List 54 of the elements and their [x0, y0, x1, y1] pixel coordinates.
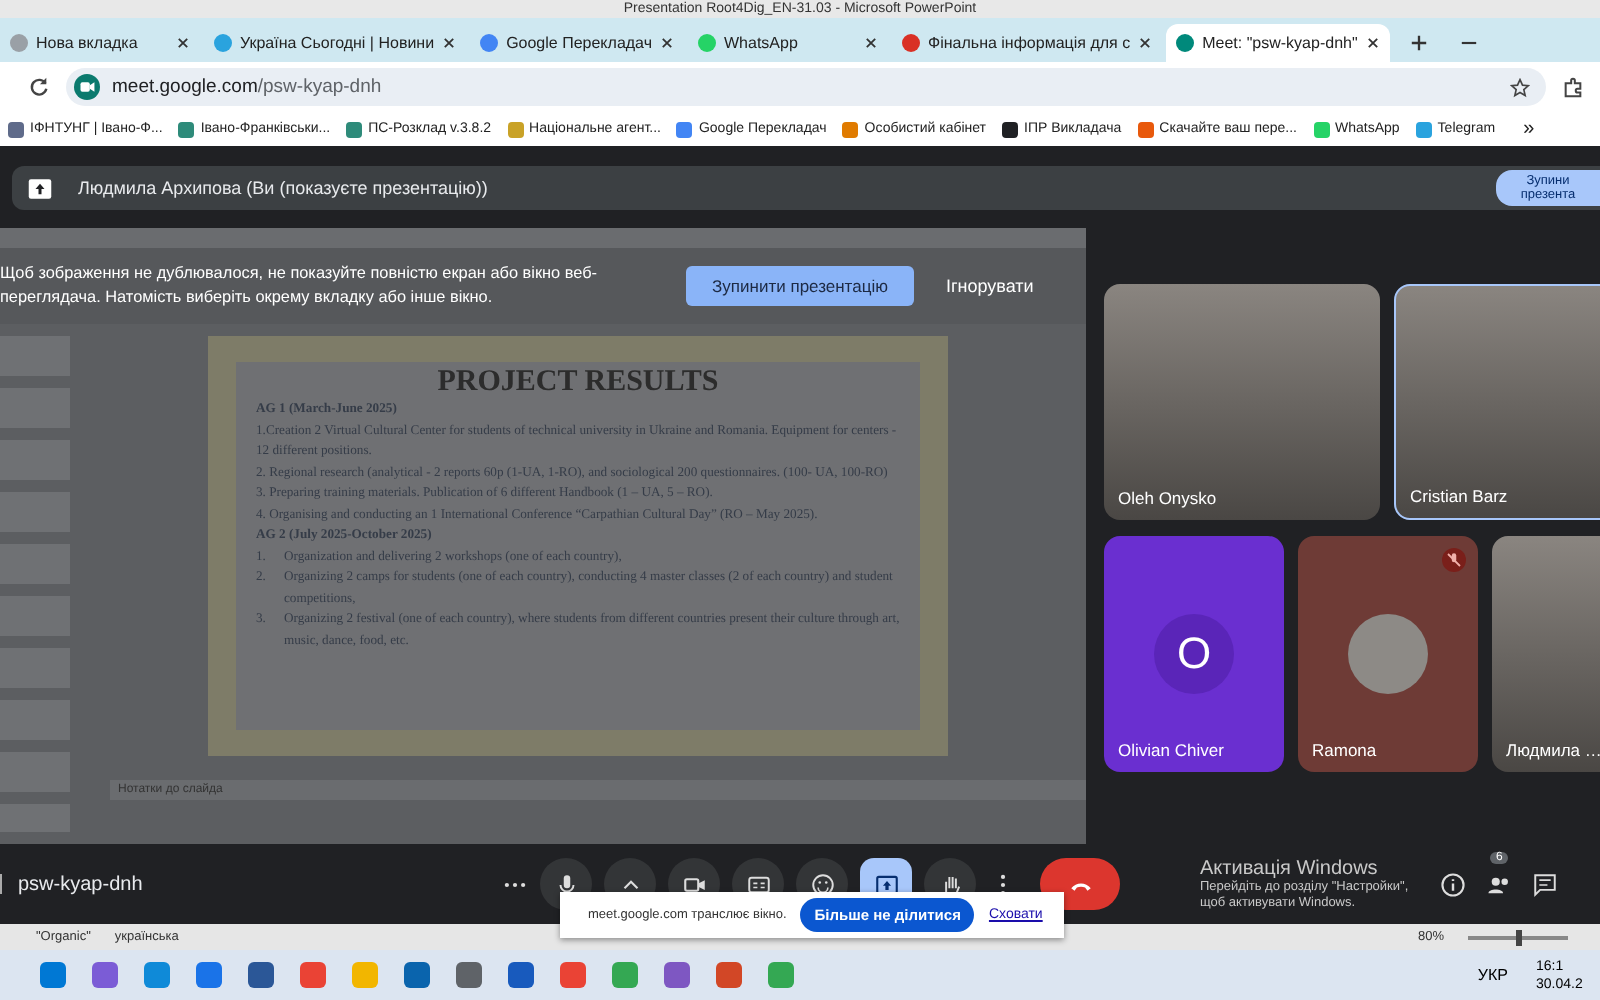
- taskbar-app-icon[interactable]: [508, 962, 534, 988]
- extensions-icon[interactable]: [1562, 76, 1584, 98]
- reload-icon[interactable]: [28, 76, 50, 98]
- close-icon[interactable]: [660, 36, 674, 50]
- info-icon[interactable]: [1440, 871, 1466, 897]
- chat-icon[interactable]: [1532, 871, 1558, 897]
- taskbar-app-icon[interactable]: [92, 962, 118, 988]
- address-field[interactable]: meet.google.com/psw-kyap-dnh: [66, 68, 1546, 106]
- end-call-button[interactable]: [1040, 858, 1120, 910]
- keyboard-language[interactable]: УКР: [1477, 966, 1508, 984]
- browser-tab[interactable]: WhatsApp: [688, 24, 888, 62]
- slide-title: PROJECT RESULTS: [435, 366, 721, 400]
- captions-icon: [745, 871, 771, 897]
- taskbar-app-icon[interactable]: [404, 962, 430, 988]
- taskbar-app-icon[interactable]: [716, 962, 742, 988]
- taskbar-app-icon[interactable]: [560, 962, 586, 988]
- browser-tab[interactable]: Україна Сьогодні | Новини: [204, 24, 467, 62]
- zoom-thumb[interactable]: [1516, 929, 1522, 945]
- present-icon: [873, 871, 899, 897]
- browser-tab[interactable]: Meet: "psw-kyap-dnh": [1166, 24, 1390, 62]
- participant-name: Ramona: [1312, 740, 1377, 760]
- taskbar-app-icon[interactable]: [248, 962, 274, 988]
- avatar-placeholder: [1348, 614, 1428, 694]
- taskbar-app-icon[interactable]: [300, 962, 326, 988]
- close-icon[interactable]: [864, 36, 878, 50]
- new-tab-icon[interactable]: [1409, 34, 1428, 52]
- more-bookmarks-button[interactable]: »: [1523, 118, 1535, 140]
- close-icon[interactable]: [1138, 36, 1153, 50]
- taskbar-app-icon[interactable]: [196, 962, 222, 988]
- meeting-code: psw-kyap-dnh: [18, 873, 143, 895]
- camera-icon: [74, 74, 100, 100]
- star-icon[interactable]: [1510, 77, 1530, 97]
- warning-text: Щоб зображення не дублювалося, не показуйте повністю екран або вікно веб-переглядача. Натомість виберіть окрему вкладку або інше вікно.: [0, 262, 600, 310]
- participant-name: Cristian Barz: [1410, 486, 1508, 506]
- emoji-icon: [809, 871, 835, 897]
- activation-title: Активація Windows: [1200, 857, 1380, 879]
- ignore-button[interactable]: Ігнорувати: [934, 274, 1046, 298]
- presenting-label: Людмила Архипова (Ви (показуєте презентацію)): [78, 178, 490, 198]
- browser-tab[interactable]: Нова вкладка: [0, 24, 200, 62]
- present-icon: [28, 177, 52, 199]
- close-icon[interactable]: [442, 36, 457, 50]
- stop-presenting-button[interactable]: Зупинити презентацію: [686, 266, 914, 306]
- close-icon[interactable]: [176, 36, 190, 50]
- participant-name: Olivian Chiver: [1118, 740, 1224, 760]
- browser-tab[interactable]: Фінальна інформація для с: [892, 24, 1163, 62]
- avatar-initial: O: [1154, 614, 1234, 694]
- participant-name: Oleh Onysko: [1118, 488, 1217, 508]
- taskbar-app-icon[interactable]: [144, 962, 170, 988]
- participant-name: Людмила …: [1506, 740, 1600, 760]
- taskbar-app-icon[interactable]: [664, 962, 690, 988]
- browser-tab[interactable]: Google Перекладач: [470, 24, 684, 62]
- taskbar-app-icon[interactable]: [40, 962, 66, 988]
- taskbar-app-icon[interactable]: [456, 962, 482, 988]
- close-icon[interactable]: [1365, 36, 1380, 50]
